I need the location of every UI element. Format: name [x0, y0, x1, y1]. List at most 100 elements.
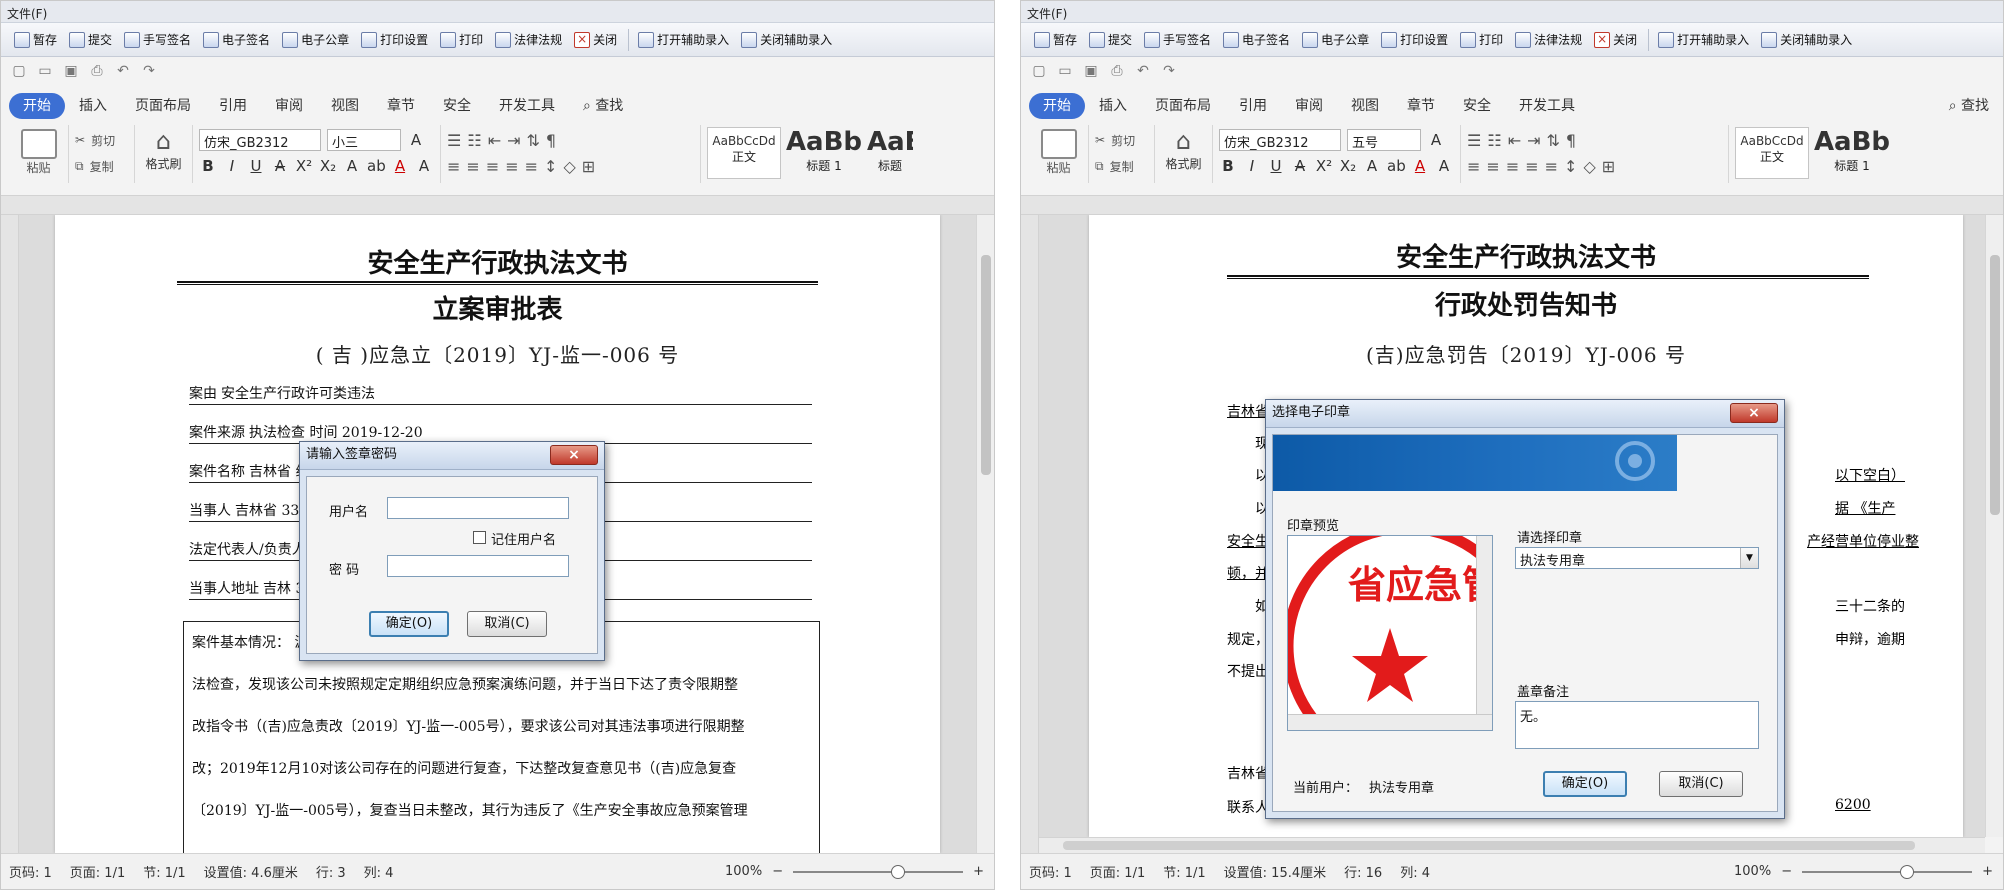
horizontal-ruler[interactable] [1021, 195, 2003, 215]
close-assist-button[interactable]: 关闭辅助录入 [736, 28, 837, 52]
username-input[interactable] [387, 497, 569, 519]
close-icon[interactable]: × [550, 445, 598, 465]
remember-username-checkbox[interactable] [473, 531, 486, 544]
style-normal[interactable]: AaBbCcDd 正文 [707, 127, 781, 179]
line-spacing-icon[interactable]: ↕ [1564, 157, 1577, 176]
preview-vscroll[interactable] [1476, 536, 1492, 714]
grow-font-icon[interactable]: A [407, 131, 425, 149]
save-icon[interactable]: ▣ [1083, 63, 1099, 79]
hscroll-thumb[interactable] [1063, 841, 1915, 850]
close-doc-button[interactable]: × 关闭 [569, 28, 622, 52]
style-heading1[interactable]: AaBb 标题 1 [785, 127, 863, 179]
font-size-select[interactable]: 五号 [1347, 129, 1421, 151]
outdent-icon[interactable]: ⇤ [488, 131, 501, 150]
font-name-select[interactable]: 仿宋_GB2312 [1219, 129, 1341, 151]
bold-button[interactable]: B [199, 157, 217, 175]
bullets-icon[interactable]: ☰ [1467, 131, 1481, 150]
chevron-down-icon[interactable]: ▼ [1740, 548, 1758, 568]
align-left-icon[interactable]: ≡ [447, 157, 460, 176]
print-icon[interactable]: ⎙ [1109, 63, 1125, 79]
e-sign-button[interactable]: 电子签名 [1218, 28, 1295, 52]
submit-button[interactable]: 提交 [1084, 28, 1137, 52]
tab-references[interactable]: 引用 [1225, 93, 1281, 119]
justify-icon[interactable]: ≡ [505, 157, 518, 176]
tab-insert[interactable]: 插入 [65, 93, 121, 119]
distribute-icon[interactable]: ≡ [1545, 157, 1558, 176]
vertical-ruler[interactable] [1, 215, 19, 853]
horizontal-ruler[interactable] [1, 195, 994, 215]
zoom-in-icon[interactable]: + [1982, 864, 1993, 879]
outdent-icon[interactable]: ⇤ [1508, 131, 1521, 150]
tab-view[interactable]: 视图 [317, 93, 373, 119]
ok-button[interactable]: 确定(O) [369, 611, 449, 637]
undo-icon[interactable]: ↶ [1135, 63, 1151, 79]
e-seal-button[interactable]: 电子公章 [1297, 28, 1374, 52]
zoom-slider-knob[interactable] [1900, 864, 1915, 879]
font-color-button[interactable]: A [391, 157, 409, 175]
close-icon[interactable]: × [1730, 403, 1778, 423]
zoom-in-icon[interactable]: + [973, 864, 984, 879]
sort-icon[interactable]: ⇅ [527, 131, 540, 150]
underline-button[interactable]: U [1267, 157, 1285, 175]
tab-page-layout[interactable]: 页面布局 [121, 93, 205, 119]
paste-icon[interactable] [1040, 129, 1077, 159]
scroll-thumb[interactable] [981, 255, 991, 475]
seal-note-input[interactable]: 无。 [1515, 701, 1759, 749]
field-case-cause[interactable]: 案由 安全生产行政许可类违法 [189, 383, 812, 405]
open-assist-button[interactable]: 打开辅助录入 [633, 28, 734, 52]
menu-file[interactable]: 文件(F) [7, 7, 47, 21]
tab-security[interactable]: 安全 [429, 93, 485, 119]
style-heading2[interactable]: AaB标题 [867, 127, 913, 179]
copy-button[interactable]: ⧉ 复制 [75, 153, 128, 179]
borders-icon[interactable]: ⊞ [582, 157, 595, 176]
zoom-out-icon[interactable]: − [772, 864, 783, 879]
brush-icon[interactable]: ⌂ [141, 127, 186, 155]
vertical-scrollbar[interactable] [976, 215, 994, 853]
open-folder-icon[interactable]: ▭ [1057, 63, 1073, 79]
save-icon[interactable]: ▣ [63, 63, 79, 79]
scroll-thumb[interactable] [1990, 255, 2000, 515]
indent-icon[interactable]: ⇥ [507, 131, 520, 150]
print-settings-button[interactable]: 打印设置 [356, 28, 433, 52]
open-folder-icon[interactable]: ▭ [37, 63, 53, 79]
redo-icon[interactable]: ↷ [141, 63, 157, 79]
strikethrough-button[interactable]: A [271, 157, 289, 175]
tab-section[interactable]: 章节 [1393, 93, 1449, 119]
font-name-select[interactable]: 仿宋_GB2312 [199, 129, 321, 151]
align-right-icon[interactable]: ≡ [1506, 157, 1519, 176]
laws-button[interactable]: 法律法规 [490, 28, 567, 52]
style-normal[interactable]: AaBbCcDd 正文 [1735, 127, 1809, 179]
submit-button[interactable]: 提交 [64, 28, 117, 52]
search-button[interactable]: ⌕ 查找 [569, 93, 637, 119]
char-shading-button[interactable]: A [1435, 157, 1453, 175]
print-button[interactable]: 打印 [1455, 28, 1508, 52]
shading-icon[interactable]: ◇ [563, 157, 575, 176]
justify-icon[interactable]: ≡ [1525, 157, 1538, 176]
handwritten-sign-button[interactable]: 手写签名 [1139, 28, 1216, 52]
text-effect-button[interactable]: A [1363, 157, 1381, 175]
laws-button[interactable]: 法律法规 [1510, 28, 1587, 52]
save-draft-button[interactable]: 暂存 [1029, 28, 1082, 52]
tab-view[interactable]: 视图 [1337, 93, 1393, 119]
shading-icon[interactable]: ◇ [1583, 157, 1595, 176]
highlight-button[interactable]: ab [1387, 157, 1406, 175]
align-right-icon[interactable]: ≡ [486, 157, 499, 176]
seal-select[interactable]: 执法专用章 ▼ [1515, 547, 1759, 569]
print-settings-button[interactable]: 打印设置 [1376, 28, 1453, 52]
cut-button[interactable]: ✂ 剪切 [75, 127, 128, 153]
indent-icon[interactable]: ⇥ [1527, 131, 1540, 150]
undo-icon[interactable]: ↶ [115, 63, 131, 79]
tab-developer[interactable]: 开发工具 [1505, 93, 1589, 119]
tab-references[interactable]: 引用 [205, 93, 261, 119]
close-assist-button[interactable]: 关闭辅助录入 [1756, 28, 1857, 52]
sort-icon[interactable]: ⇅ [1547, 131, 1560, 150]
zoom-slider[interactable] [1802, 864, 1973, 879]
e-sign-button[interactable]: 电子签名 [198, 28, 275, 52]
line-spacing-icon[interactable]: ↕ [544, 157, 557, 176]
cut-button[interactable]: ✂ 剪切 [1095, 127, 1148, 153]
superscript-button[interactable]: X² [295, 157, 313, 175]
new-doc-icon[interactable]: ▢ [11, 63, 27, 79]
tab-review[interactable]: 审阅 [1281, 93, 1337, 119]
password-input[interactable] [387, 555, 569, 577]
e-seal-button[interactable]: 电子公章 [277, 28, 354, 52]
